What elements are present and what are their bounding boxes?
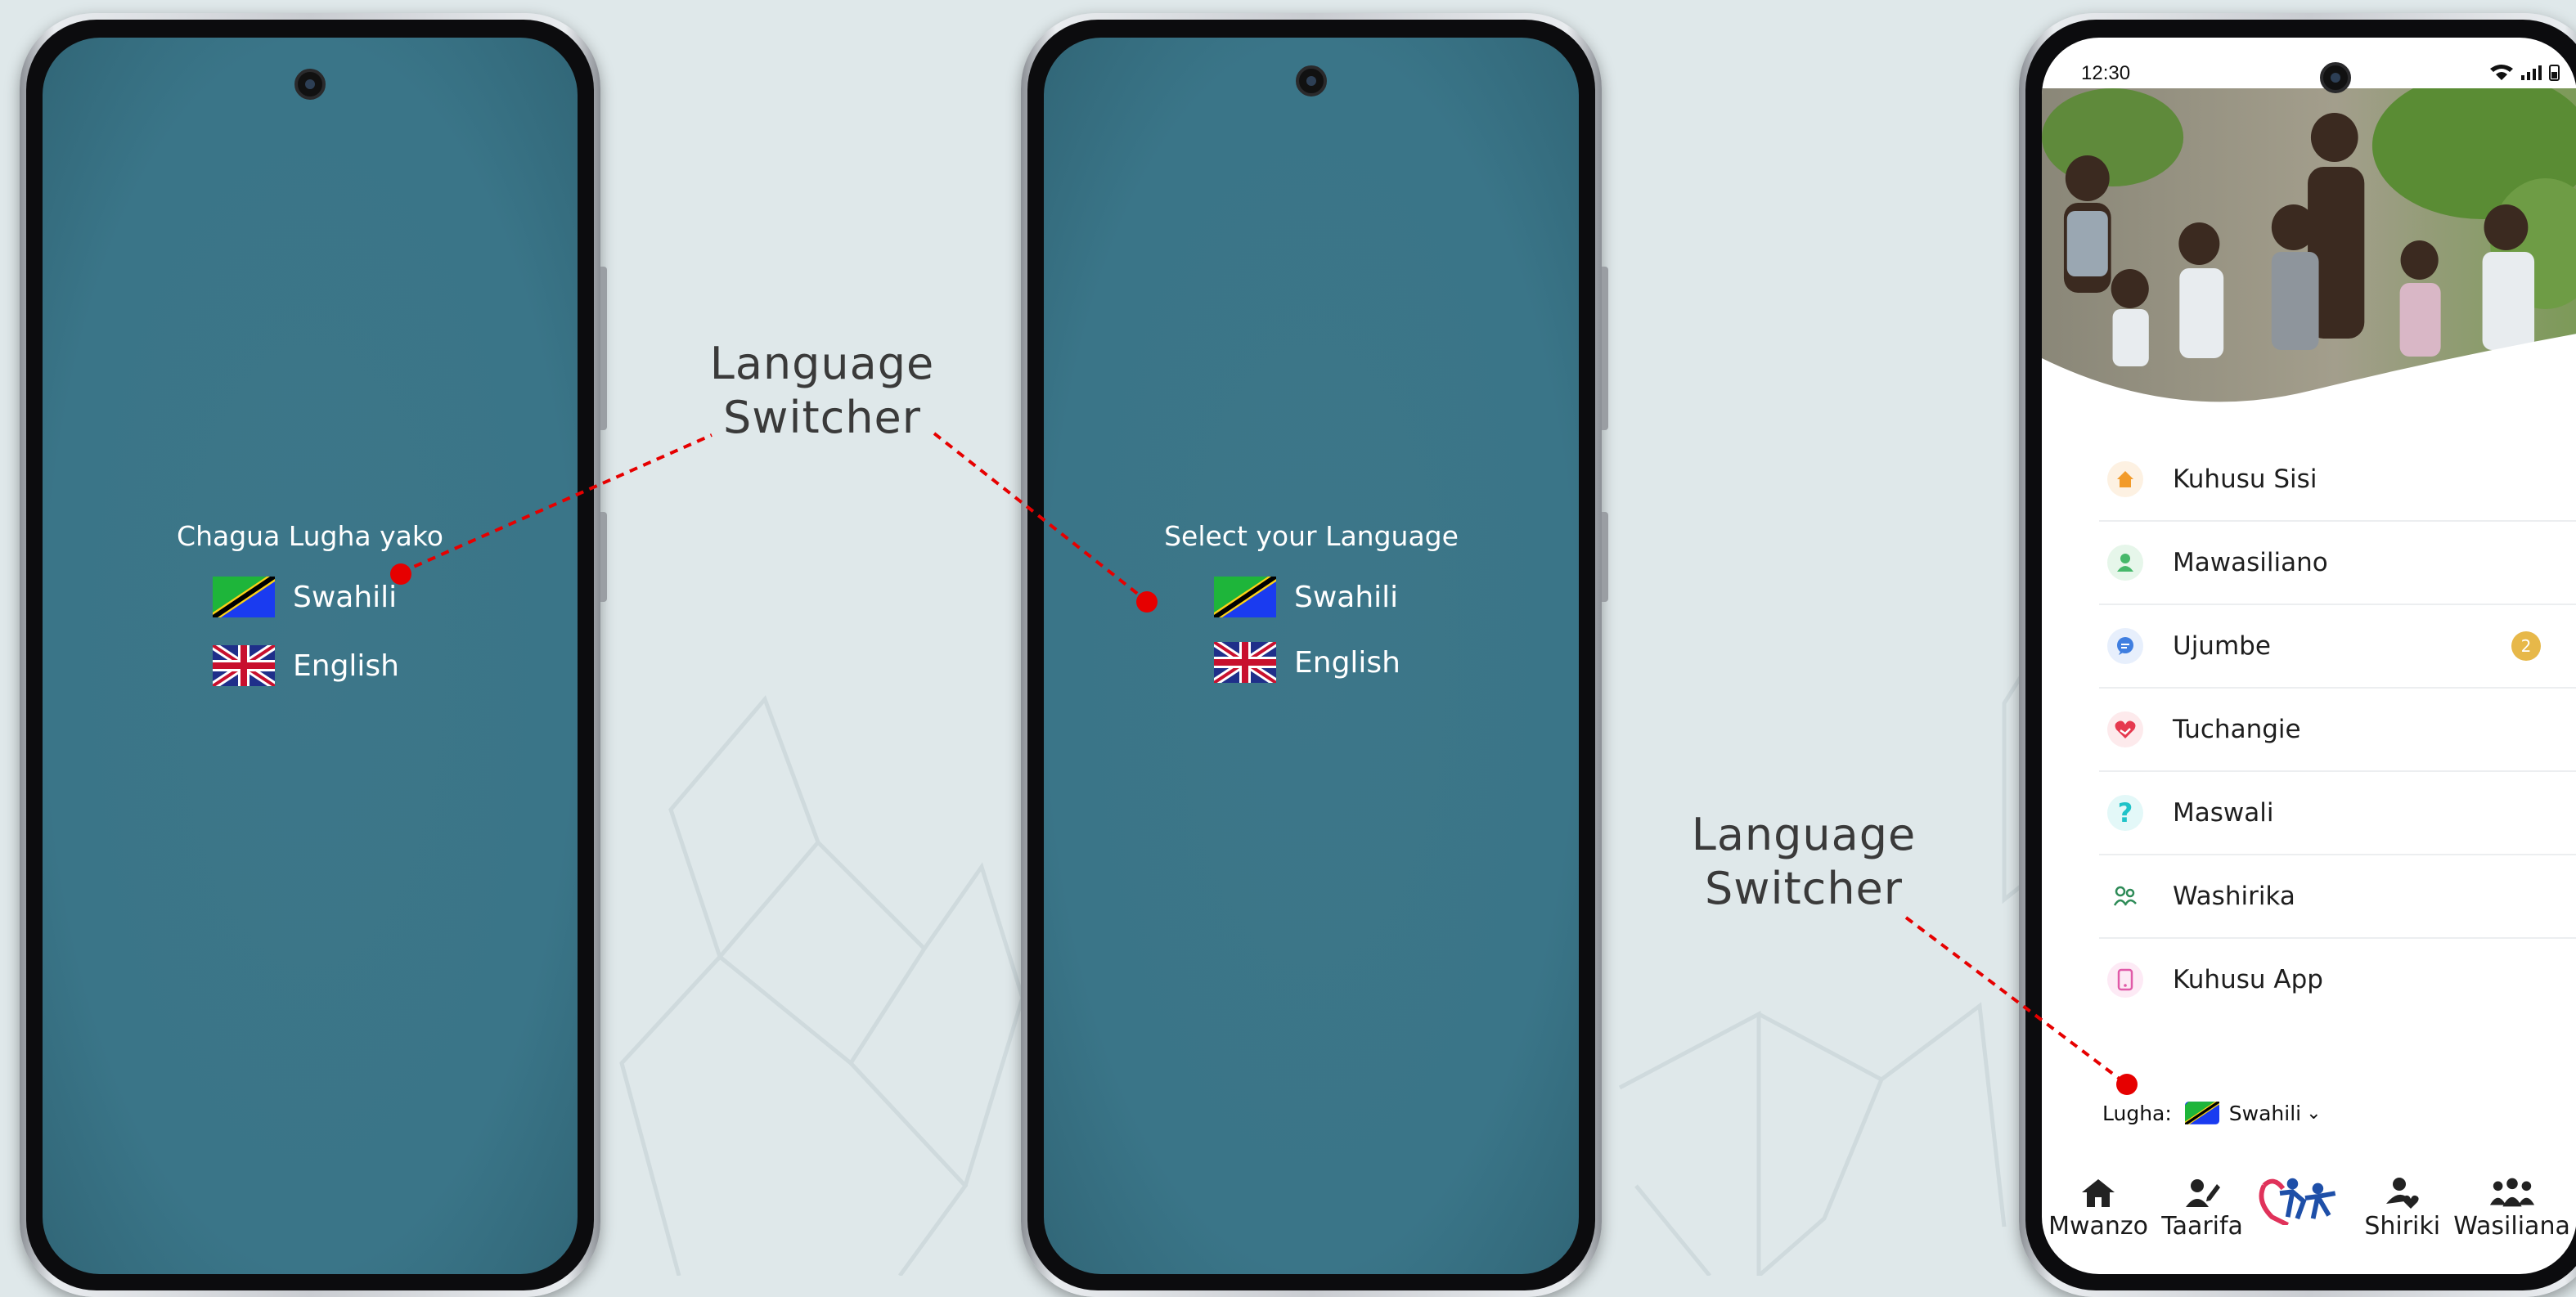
menu-item-ujumbe[interactable]: Ujumbe 2 [2099,605,2576,689]
nav-logo[interactable] [2256,1176,2351,1227]
callout-language-switcher-top: Language Switcher [704,337,941,445]
nav-taarifa[interactable]: Taarifa [2161,1176,2243,1241]
status-time: 12:30 [2081,62,2131,84]
language-option-label: English [1294,645,1400,680]
volume-button [600,267,607,430]
status-icons [2488,62,2562,87]
group-icon [2489,1178,2534,1207]
chat-icon [2107,628,2143,664]
uk-flag-icon [213,645,275,686]
phone-middle: Select your Language Swahili English [1021,13,1608,1297]
language-option-english[interactable]: English [1214,640,1579,684]
app-drawer-screen: 12:30 Kuhusu Sisi Mawasiliano Ujumbe 2 T… [2042,38,2576,1274]
people-icon [2107,878,2143,914]
callout-line: Language [709,338,935,389]
front-camera [1296,65,1327,96]
language-option-label: Swahili [293,580,398,614]
language-label: Lugha: [2102,1101,2172,1125]
language-selector: Select your Language Swahili English [1044,520,1579,684]
home-icon [2082,1179,2115,1207]
tanzania-flag-icon [1214,577,1276,617]
language-select-screen: Chagua Lugha yako Swahili English [43,38,578,1274]
uk-flag-icon [1214,642,1276,683]
logo-icon [2259,1178,2336,1225]
menu-item-label: Ujumbe [2173,631,2271,661]
person-edit-icon [2186,1179,2221,1207]
language-option-swahili[interactable]: Swahili [213,575,578,619]
language-option-label: English [293,648,399,683]
wifi-signal-battery-icon [2490,65,2560,81]
menu-item-label: Mawasiliano [2173,548,2328,577]
nav-wasiliana[interactable]: Wasiliana [2453,1176,2570,1241]
menu-item-maswali[interactable]: ? Maswali [2099,772,2576,855]
side-menu: Kuhusu Sisi Mawasiliano Ujumbe 2 Tuchang… [2099,438,2576,1021]
nav-mwanzo[interactable]: Mwanzo [2048,1176,2148,1241]
language-switcher[interactable]: Lugha: Swahili ⌄ [2102,1101,2322,1125]
hero-photo [2042,88,2576,415]
phone-left: Chagua Lugha yako Swahili English [20,13,607,1297]
volume-button [1602,267,1608,430]
power-button [600,512,607,602]
nav-label: Shiriki [2364,1212,2441,1241]
person-icon [2107,545,2143,581]
phone-bezel: Select your Language Swahili English [1027,20,1595,1290]
phone-icon [2107,962,2143,998]
chevron-down-icon: ⌄ [2306,1102,2322,1124]
menu-item-label: Maswali [2173,798,2274,828]
heart-hand-icon [2107,711,2143,747]
nav-label: Wasiliana [2453,1212,2570,1241]
menu-item-washirika[interactable]: Washirika [2099,855,2576,939]
tanzania-flag-icon [2184,1102,2219,1124]
language-title: Select your Language [1164,520,1459,552]
language-option-label: Swahili [1294,580,1399,614]
menu-item-label: Kuhusu Sisi [2173,464,2318,494]
question-icon: ? [2107,795,2143,831]
front-camera [2320,62,2351,93]
phone-bezel: 12:30 Kuhusu Sisi Mawasiliano Ujumbe 2 T… [2025,20,2576,1290]
phone-bezel: Chagua Lugha yako Swahili English [26,20,594,1290]
nav-shiriki[interactable]: Shiriki [2364,1176,2440,1241]
power-button [1602,512,1608,602]
callout-line: Language [1691,809,1917,860]
menu-item-kuhusu-app[interactable]: Kuhusu App [2099,939,2576,1021]
menu-item-label: Tuchangie [2173,715,2301,744]
language-selector: Chagua Lugha yako Swahili English [43,520,578,688]
callout-line: Switcher [723,392,921,443]
person-heart-icon [2385,1178,2419,1209]
menu-item-kuhusu-sisi[interactable]: Kuhusu Sisi [2099,438,2576,522]
tanzania-flag-icon [213,577,275,617]
nav-label: Taarifa [2161,1212,2243,1241]
phone-right: 12:30 Kuhusu Sisi Mawasiliano Ujumbe 2 T… [2019,13,2576,1297]
front-camera [294,69,326,100]
menu-item-label: Kuhusu App [2173,965,2323,994]
callout-line: Switcher [1705,863,1903,914]
menu-item-mawasiliano[interactable]: Mawasiliano [2099,522,2576,605]
language-select-screen: Select your Language Swahili English [1044,38,1579,1274]
callout-language-switcher-bottom: Language Switcher [1685,808,1922,916]
language-option-english[interactable]: English [213,644,578,688]
unread-badge: 2 [2511,631,2541,661]
menu-item-label: Washirika [2173,882,2295,911]
bottom-navigation: Mwanzo Taarifa Shiriki Wasiliana [2042,1176,2576,1274]
menu-item-tuchangie[interactable]: Tuchangie [2099,689,2576,772]
home-icon [2107,461,2143,497]
language-option-swahili[interactable]: Swahili [1214,575,1579,619]
language-value: Swahili [2228,1101,2302,1125]
status-bar: 12:30 [2042,38,2576,84]
nav-label: Mwanzo [2048,1212,2149,1241]
language-title: Chagua Lugha yako [177,520,443,552]
